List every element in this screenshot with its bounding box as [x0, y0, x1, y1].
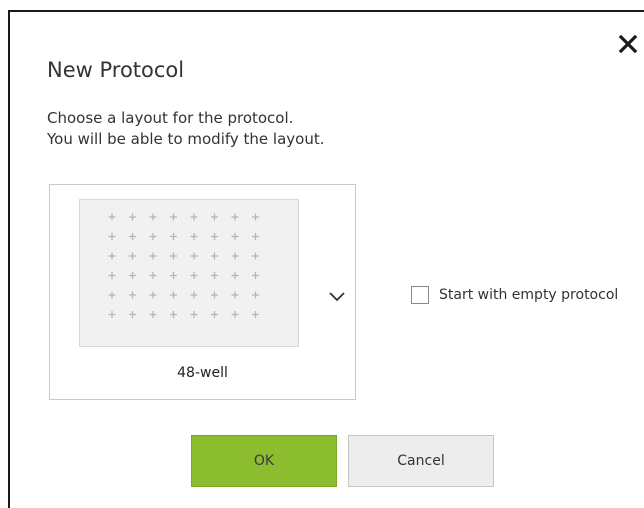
plate-preview	[79, 199, 299, 347]
well-marker	[190, 213, 198, 221]
description-line-1: Choose a layout for the protocol.	[47, 109, 294, 127]
well-marker	[190, 311, 198, 318]
well-marker	[170, 213, 177, 221]
empty-protocol-checkbox[interactable]	[411, 286, 429, 304]
well-marker	[149, 213, 157, 221]
well-marker	[129, 252, 136, 260]
well-marker	[149, 311, 157, 318]
well-marker	[108, 213, 116, 221]
well-marker	[231, 272, 239, 279]
close-icon[interactable]	[616, 32, 640, 56]
new-protocol-dialog: New Protocol Choose a layout for the pro…	[8, 10, 644, 508]
well-marker	[252, 252, 259, 260]
well-marker	[252, 233, 259, 240]
well-marker	[252, 311, 259, 318]
well-marker	[190, 252, 198, 260]
well-marker	[170, 233, 177, 240]
well-marker	[211, 291, 218, 299]
well-marker	[149, 272, 157, 279]
well-marker	[231, 291, 239, 299]
well-marker	[231, 252, 239, 260]
well-marker	[129, 272, 136, 279]
well-marker	[231, 233, 239, 240]
well-marker	[129, 233, 136, 240]
dialog-description: Choose a layout for the protocol. You wi…	[47, 108, 324, 150]
layout-name: 48-well	[177, 365, 228, 381]
well-marker	[231, 213, 239, 221]
well-marker	[108, 311, 116, 318]
well-marker	[108, 272, 116, 279]
well-marker	[108, 291, 116, 299]
cancel-button[interactable]: Cancel	[348, 435, 494, 487]
well-marker	[170, 311, 177, 318]
well-marker	[170, 272, 177, 279]
ok-button[interactable]: OK	[191, 435, 337, 487]
well-marker	[129, 291, 136, 299]
well-marker	[211, 252, 218, 260]
chevron-down-icon[interactable]	[328, 288, 346, 302]
well-marker	[211, 233, 218, 240]
well-marker	[190, 291, 198, 299]
well-marker	[108, 252, 116, 260]
dialog-title: New Protocol	[47, 58, 185, 82]
well-marker	[231, 311, 239, 318]
well-marker	[211, 213, 218, 221]
well-marker	[252, 272, 259, 279]
well-marker	[190, 233, 198, 240]
well-marker	[211, 272, 218, 279]
well-marker	[108, 233, 116, 240]
layout-selector[interactable]: 48-well	[49, 184, 356, 400]
well-marker	[129, 213, 136, 221]
well-grid	[108, 213, 259, 318]
well-marker	[149, 233, 157, 240]
well-marker	[149, 291, 157, 299]
well-marker	[149, 252, 157, 260]
well-marker	[190, 272, 198, 279]
empty-protocol-option[interactable]: Start with empty protocol	[411, 286, 618, 304]
empty-protocol-label: Start with empty protocol	[439, 287, 619, 303]
well-marker	[211, 311, 218, 318]
well-marker	[252, 291, 259, 299]
well-marker	[170, 252, 177, 260]
description-line-2: You will be able to modify the layout.	[47, 130, 325, 148]
well-marker	[129, 311, 136, 318]
well-marker	[170, 291, 177, 299]
well-marker	[252, 213, 259, 221]
